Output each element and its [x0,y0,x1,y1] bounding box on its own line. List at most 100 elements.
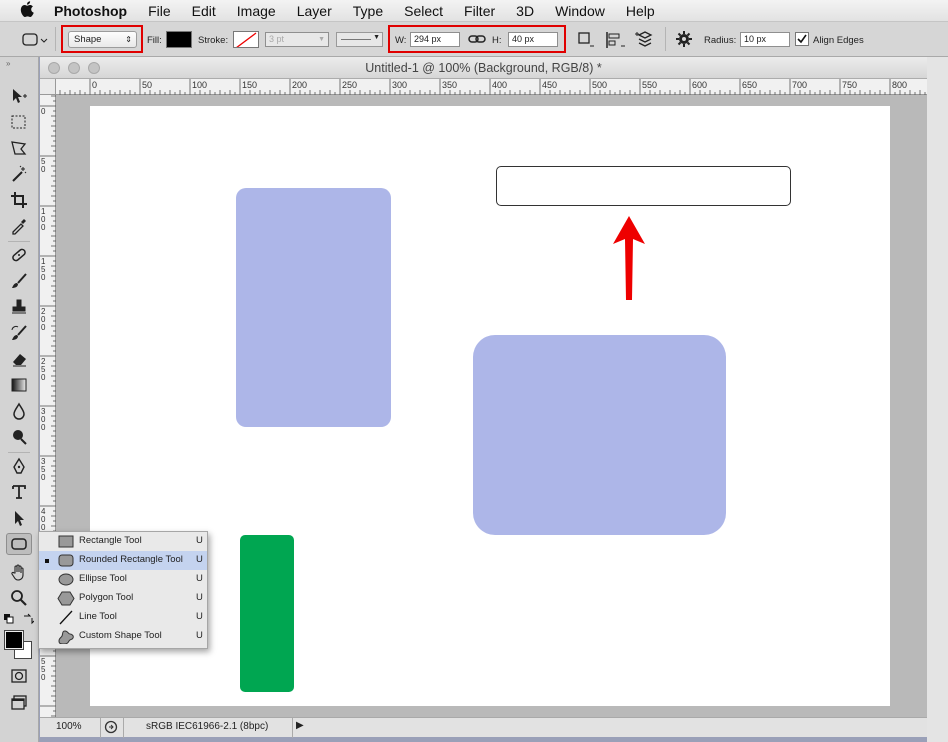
apple-icon[interactable] [20,1,38,20]
move-tool[interactable] [6,85,32,107]
brush-tool[interactable] [6,270,32,292]
status-bar: 100% sRGB IEC61966-2.1 (8bpc) ▶ [40,717,927,738]
pen-tool[interactable] [6,455,32,477]
flyout-item-label: Rounded Rectangle Tool [79,554,183,565]
separator [123,718,124,738]
crop-tool[interactable] [6,189,32,211]
dodge-tool[interactable] [6,426,32,448]
history-brush-tool[interactable] [6,322,32,344]
dropdown-arrow-icon: ▼ [373,34,380,41]
default-colors-icon[interactable] [4,614,14,624]
stroke-width-field[interactable]: 3 pt ▼ [265,32,329,47]
path-selection-tool[interactable] [6,507,32,529]
flyout-item-line[interactable]: Line Tool U [39,608,207,627]
flyout-item-label: Rectangle Tool [79,535,142,546]
status-menu-arrow-icon[interactable]: ▶ [296,720,304,731]
mode-select[interactable]: Shape ⇕ [68,31,137,48]
screen-mode-button[interactable] [6,691,32,713]
stroke-type-select[interactable]: ▼ [336,32,383,47]
radius-field[interactable]: 10 px [740,32,790,47]
ruler-origin[interactable] [40,79,56,95]
line-icon [57,610,75,625]
ruler-label: 0 [41,107,46,116]
foreground-color-swatch[interactable] [4,630,24,650]
type-tool[interactable] [6,481,32,503]
path-operations-icon[interactable] [576,30,596,50]
menu-type[interactable]: Type [353,3,383,19]
minimize-window-button[interactable] [68,62,80,74]
menu-file[interactable]: File [148,3,171,19]
path-arrangement-icon[interactable] [633,29,657,51]
flyout-item-polygon[interactable]: Polygon Tool U [39,589,207,608]
ruler-label: 600 [692,80,708,90]
menu-window[interactable]: Window [555,3,605,19]
gear-icon[interactable] [675,30,695,48]
separator [292,718,293,738]
quick-mask-button[interactable] [6,665,32,687]
ruler-label: 350 [442,80,458,90]
outlined-rounded-rect[interactable] [496,166,791,206]
lasso-tool[interactable] [6,137,32,159]
zoom-tool[interactable] [6,587,32,609]
close-window-button[interactable] [48,62,60,74]
menu-3d[interactable]: 3D [516,3,534,19]
app-menu[interactable]: Photoshop [54,3,127,19]
menu-layer[interactable]: Layer [297,3,332,19]
menu-help[interactable]: Help [626,3,655,19]
rounded-rectangle-icon [57,553,75,568]
clone-stamp-tool[interactable] [6,296,32,318]
rounded-rectangle-icon [11,538,27,550]
ruler-label: 3 5 0 [41,457,46,482]
menu-select[interactable]: Select [404,3,443,19]
ruler-label: 0 [92,80,98,90]
toolbox-grip[interactable]: » [6,59,10,68]
ruler-label: 800 [892,80,908,90]
tool-preset-picker[interactable] [20,31,48,49]
flyout-item-shortcut: U [196,630,203,641]
horizontal-ruler[interactable]: 0 50 100 150 200 250 300 350 400 450 500 550 600 650 7… [56,79,927,95]
width-field[interactable]: 294 px [410,32,460,47]
menu-edit[interactable]: Edit [192,3,216,19]
path-alignment-icon[interactable] [604,30,626,50]
stroke-swatch[interactable] [233,31,259,48]
flyout-item-ellipse[interactable]: Ellipse Tool U [39,570,207,589]
flyout-item-label: Line Tool [79,611,117,622]
flyout-item-custom-shape[interactable]: Custom Shape Tool U [39,627,207,646]
magic-wand-tool[interactable] [6,163,32,185]
lavender-rounded-rect-wide[interactable] [473,335,726,535]
ruler-label: 5 0 [41,157,46,174]
quick-mask-icon [11,669,27,683]
stroke-line-preview [341,39,371,40]
menu-image[interactable]: Image [237,3,276,19]
fill-swatch[interactable] [166,31,192,48]
flyout-item-rounded-rectangle[interactable]: Rounded Rectangle Tool U [39,551,207,570]
flyout-item-rectangle[interactable]: Rectangle Tool U [39,532,207,551]
eyedropper-tool[interactable] [6,215,32,237]
gradient-tool[interactable] [6,374,32,396]
eraser-tool[interactable] [6,348,32,370]
eraser-icon [13,354,26,367]
link-icon[interactable] [468,31,486,47]
menu-filter[interactable]: Filter [464,3,495,19]
hand-tool[interactable] [6,561,32,583]
swap-colors-icon[interactable] [22,613,35,625]
green-rounded-rect[interactable] [240,535,294,692]
separator [100,718,101,738]
flyout-item-label: Ellipse Tool [79,573,127,584]
canvas[interactable] [90,106,890,706]
crop-icon [11,192,27,208]
healing-brush-tool[interactable] [6,244,32,266]
lavender-rounded-rect-tall[interactable] [236,188,391,427]
stamp-icon [12,299,26,314]
pen-icon [13,457,25,474]
rounded-rectangle-tool[interactable] [6,533,32,555]
ruler-label: 3 0 0 [41,407,46,432]
share-icon[interactable] [104,720,118,737]
align-edges-checkbox[interactable] [795,32,809,46]
height-field[interactable]: 40 px [508,32,558,47]
zoom-level[interactable]: 100% [56,721,82,732]
marquee-tool[interactable] [6,111,32,133]
lasso-icon [11,141,27,155]
zoom-window-button[interactable] [88,62,100,74]
blur-tool[interactable] [6,400,32,422]
